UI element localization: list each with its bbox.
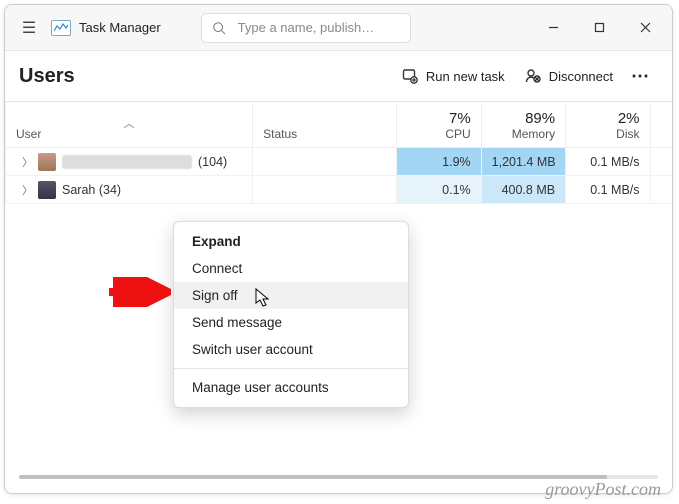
- ctx-send-message[interactable]: Send message: [174, 309, 408, 336]
- run-task-icon: [402, 68, 418, 84]
- user-name-redacted: [62, 155, 192, 169]
- mouse-cursor-icon: [255, 288, 271, 308]
- table-row[interactable]: 〉 (104) 1.9% 1,201.4 MB 0.1 MB/s 0.1 M: [6, 148, 673, 176]
- user-name: Sarah (34): [62, 183, 121, 197]
- app-icon: [51, 20, 71, 36]
- watermark: groovyPost.com: [545, 479, 661, 500]
- task-manager-window: ☰ Task Manager Type a name, publish… Use…: [4, 4, 673, 494]
- cell-memory: 400.8 MB: [481, 176, 565, 204]
- sort-indicator-icon: ︿: [16, 115, 242, 127]
- column-header-network[interactable]: Netw: [650, 102, 672, 148]
- more-options-button[interactable]: ⋯: [623, 62, 658, 91]
- cell-network: 0.1 M: [650, 148, 672, 176]
- minimize-button[interactable]: [530, 5, 576, 51]
- context-menu: Expand Connect Sign off Send message Swi…: [173, 221, 409, 408]
- titlebar: ☰ Task Manager Type a name, publish…: [5, 5, 672, 51]
- search-icon: [212, 21, 226, 35]
- table-row[interactable]: 〉 Sarah (34) 0.1% 400.8 MB 0.1 MB/s 0 M: [6, 176, 673, 204]
- ctx-separator: [174, 368, 408, 369]
- toolbar: Users Run new task Disconnect ⋯: [5, 51, 672, 101]
- page-title: Users: [19, 65, 75, 88]
- window-controls: [530, 5, 668, 51]
- cell-status: [253, 148, 397, 176]
- user-process-count: (104): [198, 155, 227, 169]
- disconnect-button[interactable]: Disconnect: [515, 62, 623, 90]
- cell-status: [253, 176, 397, 204]
- cell-memory: 1,201.4 MB: [481, 148, 565, 176]
- ctx-sign-off[interactable]: Sign off: [174, 282, 408, 309]
- run-new-task-button[interactable]: Run new task: [392, 62, 515, 90]
- column-header-user[interactable]: ︿ User: [6, 102, 253, 148]
- avatar: [38, 181, 56, 199]
- ctx-switch-user[interactable]: Switch user account: [174, 336, 408, 363]
- scrollbar-thumb[interactable]: [19, 475, 607, 479]
- cell-disk: 0.1 MB/s: [566, 148, 650, 176]
- hamburger-menu-icon[interactable]: ☰: [9, 18, 49, 38]
- disconnect-icon: [525, 68, 541, 84]
- app-title: Task Manager: [79, 20, 161, 35]
- column-header-memory[interactable]: 89% Memory: [481, 102, 565, 148]
- search-placeholder: Type a name, publish…: [238, 20, 375, 35]
- cell-cpu: 0.1%: [397, 176, 481, 204]
- column-header-status[interactable]: Status: [253, 102, 397, 148]
- annotation-arrow-icon: [105, 277, 171, 307]
- ctx-manage-users[interactable]: Manage user accounts: [174, 374, 408, 401]
- chevron-right-icon[interactable]: 〉: [22, 182, 32, 198]
- chevron-right-icon[interactable]: 〉: [22, 154, 32, 170]
- cell-cpu: 1.9%: [397, 148, 481, 176]
- close-button[interactable]: [622, 5, 668, 51]
- ctx-expand[interactable]: Expand: [174, 228, 408, 255]
- ctx-connect[interactable]: Connect: [174, 255, 408, 282]
- avatar: [38, 153, 56, 171]
- cell-disk: 0.1 MB/s: [566, 176, 650, 204]
- column-header-cpu[interactable]: 7% CPU: [397, 102, 481, 148]
- search-input[interactable]: Type a name, publish…: [201, 13, 411, 43]
- maximize-button[interactable]: [576, 5, 622, 51]
- column-header-disk[interactable]: 2% Disk: [566, 102, 650, 148]
- cell-network: 0 M: [650, 176, 672, 204]
